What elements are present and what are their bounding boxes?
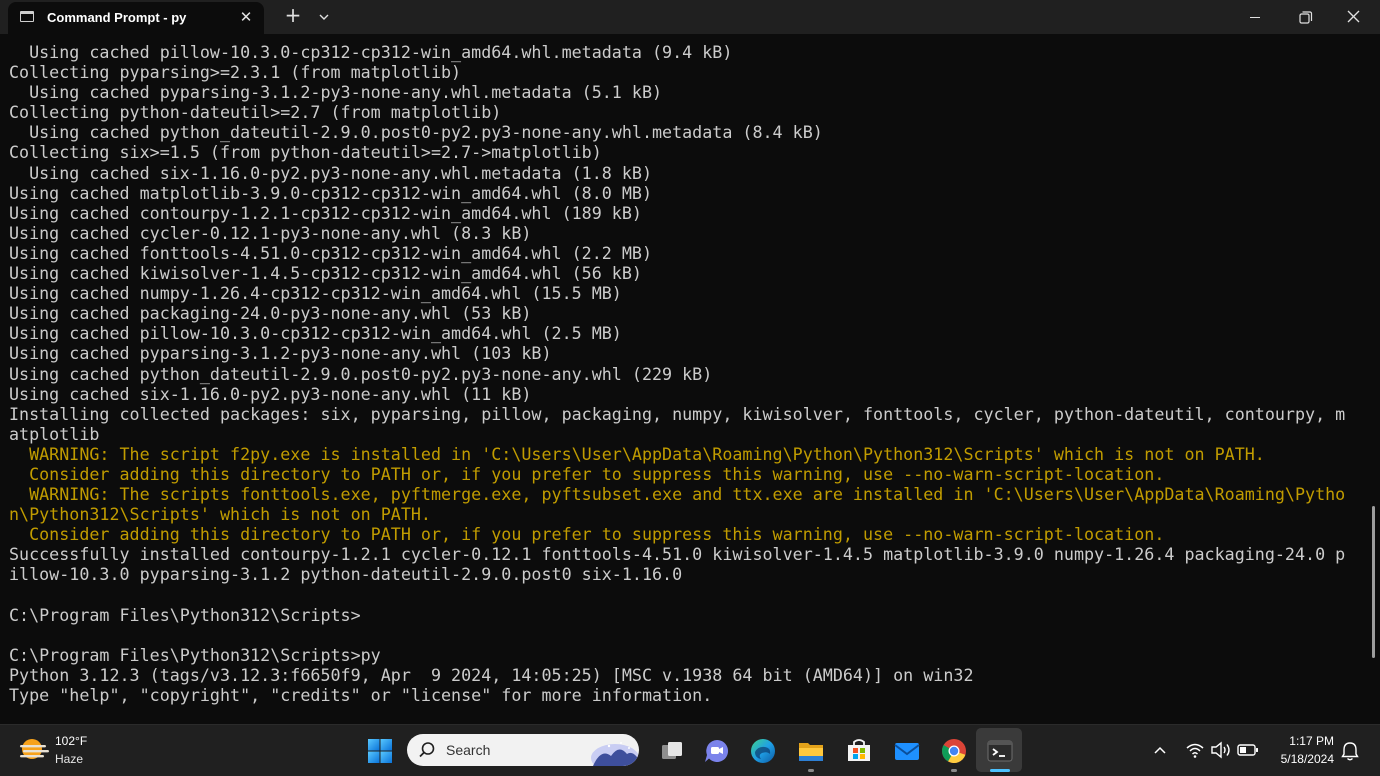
terminal-pane[interactable]: Using cached pillow-10.3.0-cp312-cp312-w… <box>0 34 1380 724</box>
terminal-line: Using cached kiwisolver-1.4.5-cp312-cp31… <box>9 263 642 284</box>
running-indicator-explorer <box>808 769 814 772</box>
clock-time[interactable]: 1:17 PM <box>1270 734 1334 748</box>
edge-icon[interactable] <box>746 734 780 768</box>
terminal-tab-icon <box>20 11 34 22</box>
scrollbar-thumb[interactable] <box>1372 506 1375 658</box>
terminal-warning-line: WARNING: The script f2py.exe is installe… <box>9 443 1265 464</box>
terminal-line: C:\Program Files\Python312\Scripts>py <box>9 644 381 665</box>
clock-date[interactable]: 5/18/2024 <box>1266 752 1334 766</box>
terminal-line: Using cached pillow-10.3.0-cp312-cp312-w… <box>9 42 733 62</box>
terminal-line: Using cached pillow-10.3.0-cp312-cp312-w… <box>9 323 622 344</box>
notification-bell-icon[interactable] <box>1340 740 1360 762</box>
weather-condition[interactable]: Haze <box>55 752 83 766</box>
terminal-line: Using cached cycler-0.12.1-py3-none-any.… <box>9 222 532 243</box>
teams-chat-icon[interactable] <box>700 734 734 768</box>
terminal-line: illow-10.3.0 pyparsing-3.1.2 python-date… <box>9 564 683 585</box>
terminal-warning-line: n\Python312\Scripts' which is not on PAT… <box>9 504 431 525</box>
taskbar: 102°F Haze Search 1:17 PM 5/18/2024 <box>0 724 1380 776</box>
chevron-up-icon[interactable] <box>1150 741 1170 761</box>
tab-command-prompt[interactable]: Command Prompt - py ✕ <box>8 2 264 34</box>
terminal-line: Using cached python_dateutil-2.9.0.post0… <box>9 122 823 143</box>
terminal-icon[interactable] <box>983 734 1017 768</box>
terminal-line: Using cached python_dateutil-2.9.0.post0… <box>9 363 713 384</box>
task-view-icon[interactable] <box>655 734 689 768</box>
volume-icon[interactable] <box>1210 740 1232 760</box>
maximize-icon[interactable] <box>1282 0 1328 34</box>
microsoft-store-icon[interactable] <box>842 734 876 768</box>
weather-temperature[interactable]: 102°F <box>55 734 87 748</box>
terminal-line: Using cached packaging-24.0-py3-none-any… <box>9 303 532 324</box>
terminal-line: Collecting six>=1.5 (from python-dateuti… <box>9 142 602 163</box>
terminal-line: Successfully installed contourpy-1.2.1 c… <box>9 544 1346 565</box>
minimize-icon[interactable] <box>1232 0 1278 34</box>
search-label: Search <box>446 742 491 758</box>
wifi-icon[interactable] <box>1185 740 1205 760</box>
terminal-line: Python 3.12.3 (tags/v3.12.3:f6650f9, Apr… <box>9 664 974 685</box>
running-indicator-terminal <box>990 769 1010 772</box>
terminal-line: Collecting pyparsing>=2.3.1 (from matplo… <box>9 62 462 83</box>
running-indicator-chrome <box>951 769 957 772</box>
tab-title: Command Prompt - py <box>47 10 187 25</box>
windows-start-icon[interactable] <box>363 734 397 768</box>
terminal-line: C:\Program Files\Python312\Scripts> <box>9 604 361 625</box>
taskbar-search-box[interactable]: Search <box>407 734 639 766</box>
close-icon[interactable]: ✕ <box>236 6 256 28</box>
terminal-warning-line: Consider adding this directory to PATH o… <box>9 463 1165 484</box>
terminal-line: atplotlib <box>9 423 100 444</box>
search-highlight-art <box>591 742 639 766</box>
terminal-line: Using cached contourpy-1.2.1-cp312-cp312… <box>9 202 642 223</box>
terminal-line: Using cached pyparsing-3.1.2-py3-none-an… <box>9 82 663 103</box>
battery-icon[interactable] <box>1237 741 1259 759</box>
terminal-line: Using cached pyparsing-3.1.2-py3-none-an… <box>9 343 552 364</box>
mail-icon[interactable] <box>890 734 924 768</box>
terminal-line: Using cached matplotlib-3.9.0-cp312-cp31… <box>9 182 652 203</box>
terminal-line: Collecting python-dateutil>=2.7 (from ma… <box>9 102 502 123</box>
chrome-icon[interactable] <box>937 734 971 768</box>
terminal-line: Type "help", "copyright", "credits" or "… <box>9 685 713 705</box>
terminal-warning-line: WARNING: The scripts fonttools.exe, pyft… <box>9 484 1346 505</box>
terminal-line: Using cached numpy-1.26.4-cp312-cp312-wi… <box>9 283 622 304</box>
terminal-line: Installing collected packages: six, pypa… <box>9 403 1346 424</box>
file-explorer-icon[interactable] <box>794 734 828 768</box>
terminal-line: Using cached six-1.16.0-py2.py3-none-any… <box>9 162 652 183</box>
title-bar: Command Prompt - py ✕ + <box>0 0 1380 34</box>
weather-sun-haze-icon[interactable] <box>18 736 50 764</box>
search-icon <box>419 742 435 758</box>
window-close-icon[interactable] <box>1330 0 1376 34</box>
chevron-down-icon[interactable] <box>314 9 334 25</box>
terminal-output: Using cached pillow-10.3.0-cp312-cp312-w… <box>9 42 1354 705</box>
terminal-line: Using cached fonttools-4.51.0-cp312-cp31… <box>9 242 652 263</box>
terminal-line: Using cached six-1.16.0-py2.py3-none-any… <box>9 383 532 404</box>
plus-icon[interactable]: + <box>282 4 304 28</box>
terminal-warning-line: Consider adding this directory to PATH o… <box>9 524 1165 545</box>
